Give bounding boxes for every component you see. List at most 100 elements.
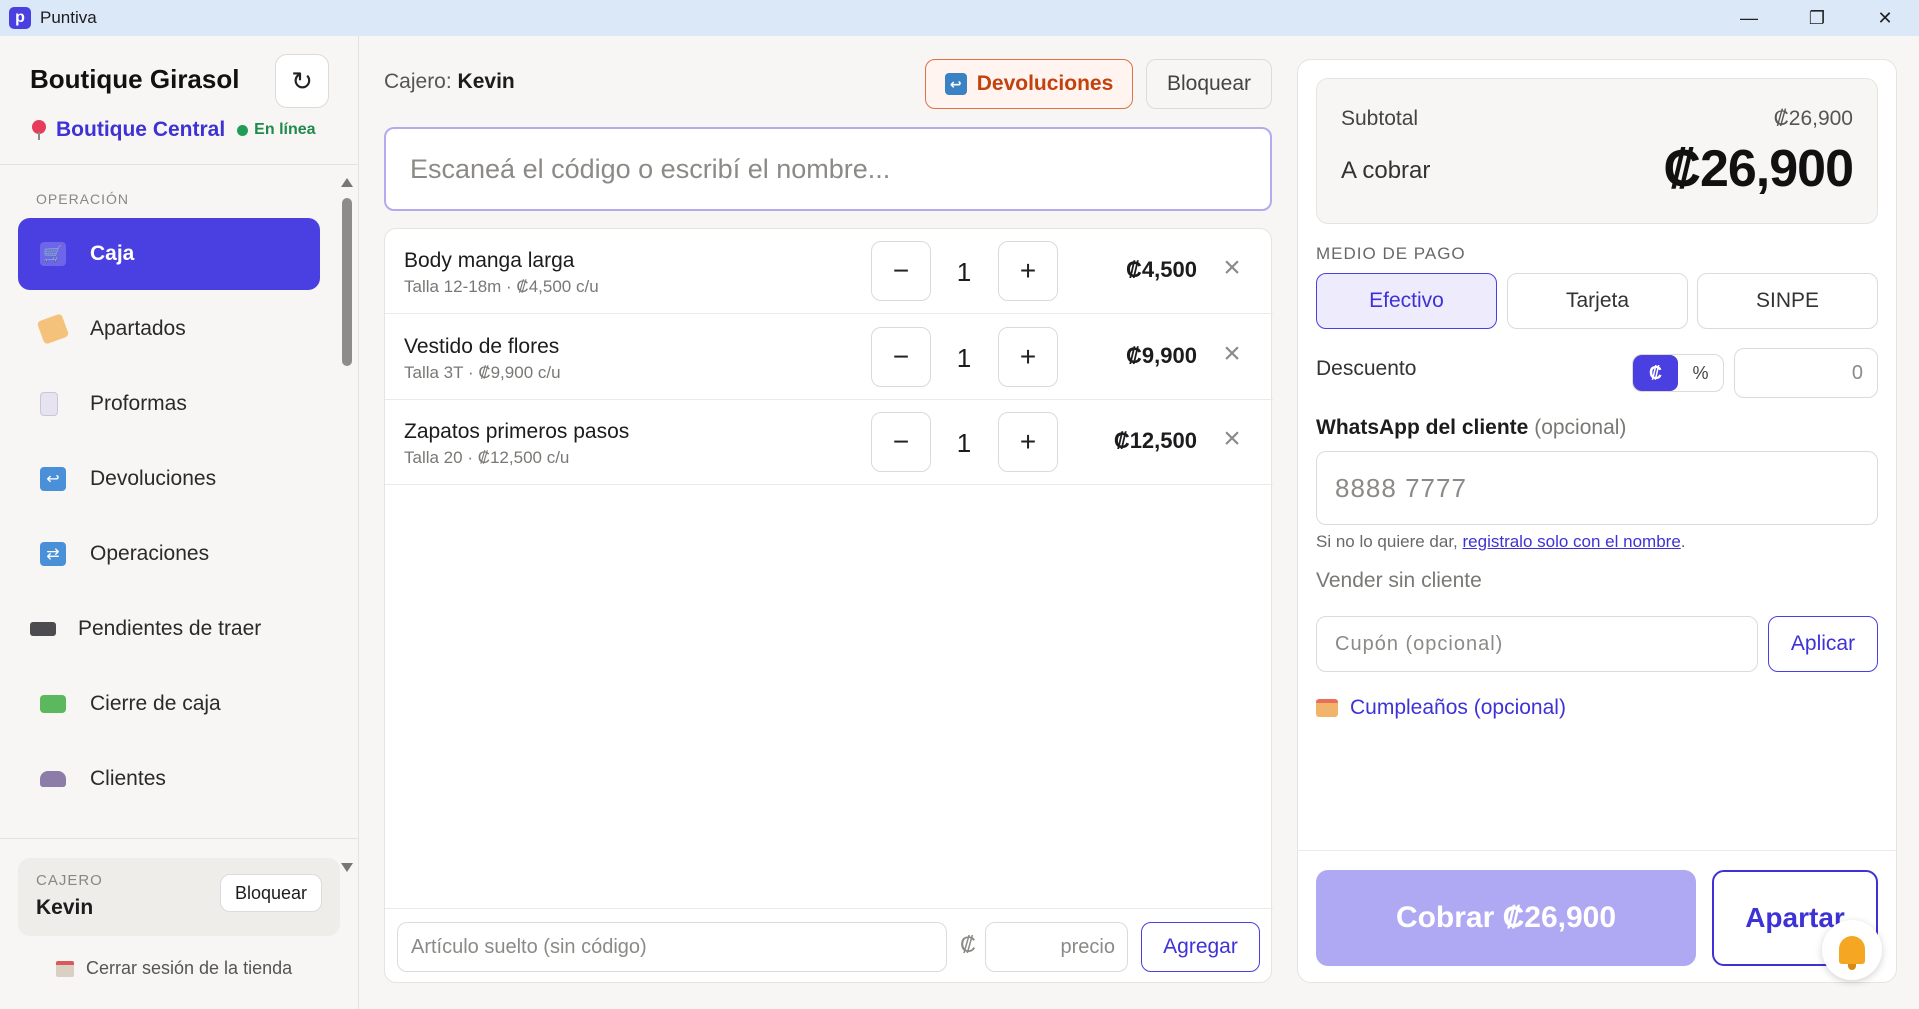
payment-sinpe-button[interactable]: SINPE bbox=[1697, 273, 1878, 329]
sidebar-item-proformas[interactable]: Proformas bbox=[18, 368, 320, 440]
birthday-link[interactable]: Cumpleaños (opcional) bbox=[1316, 696, 1566, 720]
scroll-up-icon[interactable] bbox=[341, 178, 353, 187]
repeat-icon: ⇄ bbox=[40, 542, 66, 566]
discount-mode-toggle: ₡ % bbox=[1632, 354, 1724, 392]
increase-qty-button[interactable]: + bbox=[998, 412, 1058, 472]
sidebar-nav: 🛒 Caja Apartados Proformas ↩ Devolucione… bbox=[18, 218, 320, 818]
quantity-value: 1 bbox=[956, 343, 972, 373]
divider bbox=[0, 838, 359, 839]
subtotal-label: Subtotal bbox=[1341, 107, 1419, 130]
lock-button[interactable]: Bloquear bbox=[1146, 59, 1272, 109]
divider bbox=[385, 908, 1273, 909]
notifications-button[interactable] bbox=[1822, 920, 1882, 980]
sidebar-item-label: Operaciones bbox=[90, 542, 210, 565]
sidebar-item-operaciones[interactable]: ⇄ Operaciones bbox=[18, 518, 320, 590]
decrease-qty-button[interactable]: − bbox=[871, 241, 931, 301]
item-name: Body manga larga bbox=[404, 249, 575, 272]
product-search-input[interactable] bbox=[384, 127, 1272, 211]
branch-name[interactable]: Boutique Central bbox=[56, 118, 225, 142]
restore-icon[interactable]: ❐ bbox=[1783, 0, 1851, 36]
cart-icon: 🛒 bbox=[40, 242, 66, 266]
whatsapp-input[interactable] bbox=[1316, 451, 1878, 525]
sidebar-item-cierre[interactable]: Cierre de caja bbox=[18, 668, 320, 740]
increase-qty-button[interactable]: + bbox=[998, 241, 1058, 301]
scrollbar-thumb[interactable] bbox=[342, 198, 352, 366]
payment-card-button[interactable]: Tarjeta bbox=[1507, 273, 1688, 329]
sidebar-scrollbar[interactable] bbox=[340, 172, 354, 872]
discount-input[interactable] bbox=[1734, 348, 1878, 398]
sell-without-client-link[interactable]: Vender sin cliente bbox=[1316, 569, 1482, 593]
decrease-qty-button[interactable]: − bbox=[871, 327, 931, 387]
increase-qty-button[interactable]: + bbox=[998, 327, 1058, 387]
currency-symbol: ₡ bbox=[960, 932, 976, 957]
register-name-link[interactable]: registralo solo con el nombre bbox=[1463, 532, 1681, 551]
line-total: ₡4,500 bbox=[1126, 257, 1197, 282]
sidebar: Boutique Girasol ↻ Boutique Central En l… bbox=[0, 36, 359, 1009]
store-icon bbox=[56, 960, 74, 977]
sidebar-item-caja[interactable]: 🛒 Caja bbox=[18, 218, 320, 290]
logout-link[interactable]: Cerrar sesión de la tienda bbox=[56, 958, 292, 979]
logout-label: Cerrar sesión de la tienda bbox=[86, 958, 293, 978]
cash-icon bbox=[40, 695, 66, 713]
close-icon[interactable]: ✕ bbox=[1851, 0, 1919, 36]
sidebar-item-devoluciones[interactable]: ↩ Devoluciones bbox=[18, 443, 320, 515]
cashier-name: Kevin bbox=[457, 70, 515, 93]
item-detail: Talla 3T · ₡9,900 c/u bbox=[404, 363, 561, 382]
cashier-name: Kevin bbox=[36, 896, 94, 919]
price-input[interactable] bbox=[985, 922, 1128, 972]
scroll-down-icon[interactable] bbox=[341, 863, 353, 872]
item-detail: Talla 20 · ₡12,500 c/u bbox=[404, 448, 570, 467]
discount-mode-percent[interactable]: % bbox=[1678, 355, 1723, 391]
add-item-button[interactable]: Agregar bbox=[1141, 922, 1260, 972]
payment-method-label: MEDIO DE PAGO bbox=[1316, 244, 1466, 263]
cake-icon bbox=[1316, 699, 1338, 717]
returns-label: Devoluciones bbox=[976, 72, 1114, 95]
whatsapp-optional: (opcional) bbox=[1534, 416, 1627, 439]
cashier-card: CAJERO Kevin Bloquear bbox=[18, 858, 340, 936]
whatsapp-label: WhatsApp del cliente (opcional) bbox=[1316, 416, 1626, 440]
sidebar-item-label: Apartados bbox=[90, 317, 186, 340]
whatsapp-label-text: WhatsApp del cliente bbox=[1316, 416, 1529, 439]
charge-label: A cobrar bbox=[1341, 157, 1431, 184]
line-total: ₡12,500 bbox=[1113, 428, 1197, 453]
hint-text: Si no lo quiere dar, registralo solo con… bbox=[1316, 532, 1686, 552]
refresh-button[interactable]: ↻ bbox=[275, 54, 329, 108]
item-detail: Talla 12-18m · ₡4,500 c/u bbox=[404, 277, 599, 296]
sidebar-item-apartados[interactable]: Apartados bbox=[18, 293, 320, 365]
coupon-input[interactable] bbox=[1316, 616, 1758, 672]
item-name: Vestido de flores bbox=[404, 335, 560, 358]
branch-row: Boutique Central En línea bbox=[32, 118, 316, 142]
divider bbox=[1298, 850, 1896, 851]
sidebar-item-label: Cierre de caja bbox=[90, 692, 221, 715]
sidebar-item-label: Pendientes de traer bbox=[78, 617, 262, 640]
remove-item-icon[interactable]: × bbox=[1217, 339, 1247, 369]
sidebar-item-pendientes[interactable]: Pendientes de traer bbox=[18, 593, 320, 665]
lock-button[interactable]: Bloquear bbox=[219, 874, 322, 912]
returns-button[interactable]: ↩ Devoluciones bbox=[925, 59, 1133, 109]
online-status-text: En línea bbox=[254, 121, 316, 138]
cashier-indicator: Cajero: Kevin bbox=[384, 70, 515, 94]
payment-cash-button[interactable]: Efectivo bbox=[1316, 273, 1497, 329]
cashier-prefix: Cajero: bbox=[384, 70, 452, 93]
sidebar-item-label: Proformas bbox=[90, 392, 187, 415]
hint-prefix: Si no lo quiere dar, bbox=[1316, 532, 1458, 551]
receipt-icon bbox=[40, 392, 58, 416]
return-icon: ↩ bbox=[40, 467, 66, 491]
section-label-operacion: OPERACIÓN bbox=[36, 191, 130, 207]
location-pin-icon bbox=[32, 120, 46, 140]
sidebar-item-label: Clientes bbox=[90, 767, 166, 790]
totals-card: Subtotal ₡26,900 A cobrar ₡26,900 bbox=[1316, 78, 1878, 224]
online-status-dot-icon bbox=[237, 124, 249, 136]
discount-mode-amount[interactable]: ₡ bbox=[1633, 355, 1678, 391]
loose-item-input[interactable] bbox=[397, 922, 947, 972]
sidebar-item-clientes[interactable]: Clientes bbox=[18, 743, 320, 815]
charge-button[interactable]: Cobrar ₡26,900 bbox=[1316, 870, 1696, 966]
remove-item-icon[interactable]: × bbox=[1217, 253, 1247, 283]
minimize-icon[interactable]: — bbox=[1715, 0, 1783, 36]
remove-item-icon[interactable]: × bbox=[1217, 424, 1247, 454]
table-row: Body manga larga Talla 12-18m · ₡4,500 c… bbox=[385, 229, 1273, 314]
quantity-value: 1 bbox=[956, 257, 972, 287]
decrease-qty-button[interactable]: − bbox=[871, 412, 931, 472]
apply-coupon-button[interactable]: Aplicar bbox=[1768, 616, 1878, 672]
hint-suffix: . bbox=[1680, 532, 1686, 551]
